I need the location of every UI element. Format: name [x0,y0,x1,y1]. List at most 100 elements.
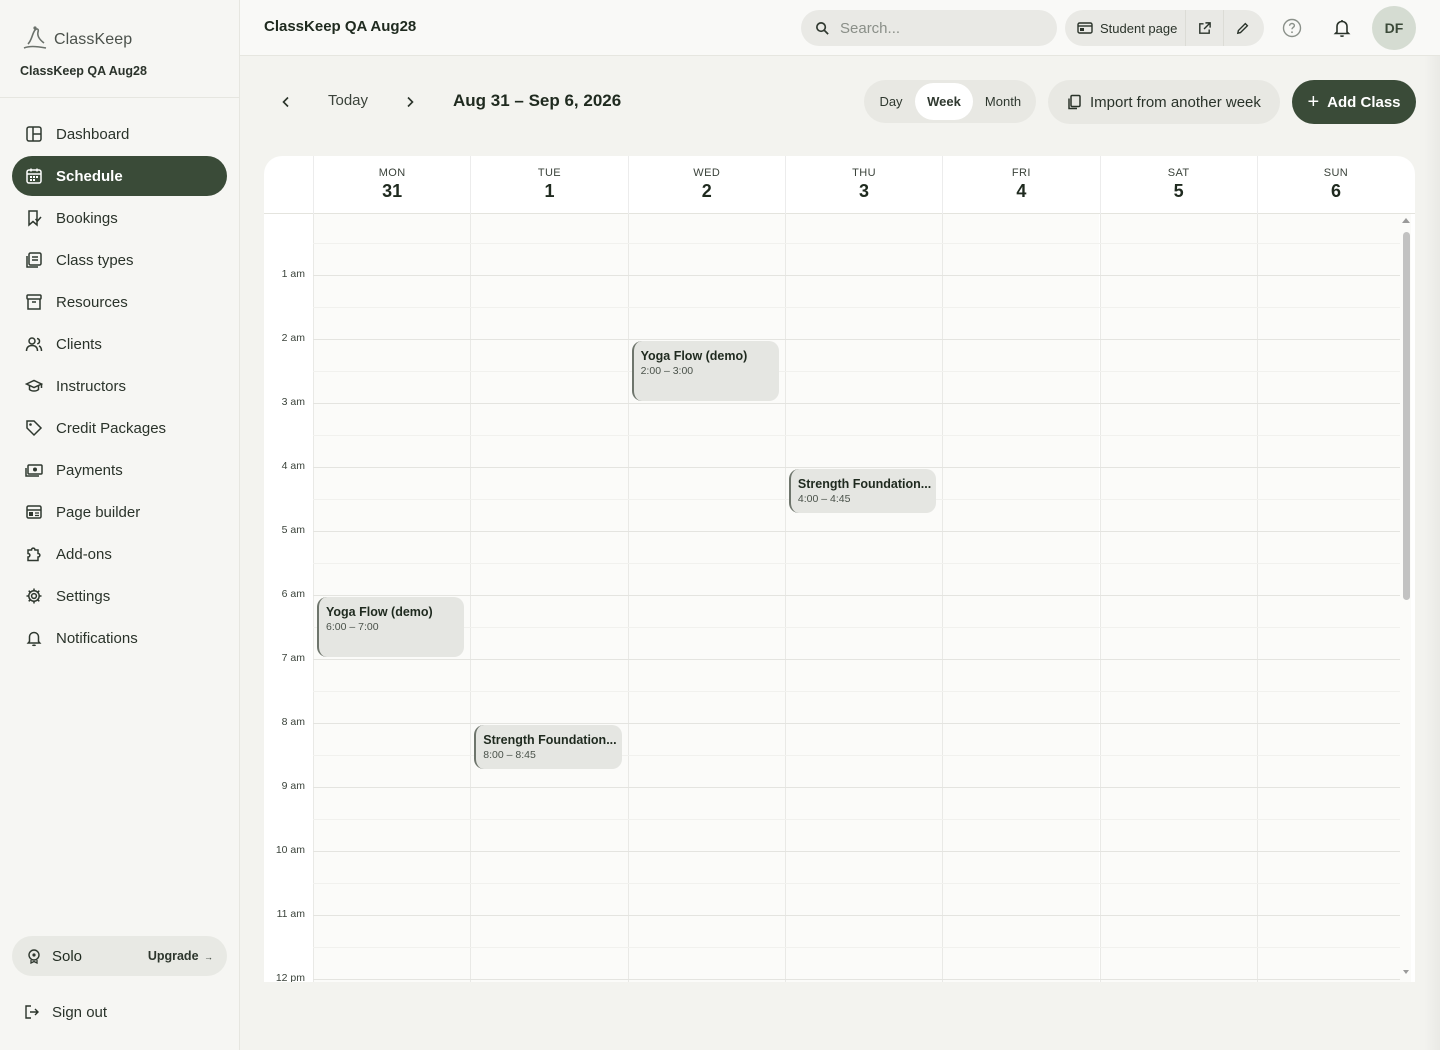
scroll-thumb[interactable] [1403,232,1410,600]
sidebar-item-label: Clients [56,335,102,353]
date-range: Aug 31 – Sep 6, 2026 [453,91,622,110]
day-name: WED [693,167,721,179]
day-column[interactable] [784,214,943,982]
day-column[interactable] [942,214,1100,982]
upgrade-arrow: → [204,952,213,962]
day-header-fri[interactable]: FRI 4 [942,156,1099,214]
day-header-thu[interactable]: THU 3 [784,156,942,214]
search-input[interactable] [840,19,1030,37]
event-title: Strength Foundation... [483,733,617,747]
day-name: THU [852,167,876,179]
sidebar-item-settings[interactable]: Settings [12,576,227,616]
plan-card: Solo Upgrade → [12,936,227,976]
class-event[interactable]: Yoga Flow (demo) 6:00 – 7:00 [317,597,465,657]
notifications-button[interactable] [1330,16,1354,40]
day-header-wed[interactable]: WED 2 [627,156,785,214]
upgrade-link[interactable]: Upgrade → [148,949,213,963]
cash-icon [24,460,44,480]
sidebar-item-clients[interactable]: Clients [12,324,227,364]
gear-icon [24,586,44,606]
sidebar-item-add-ons[interactable]: Add-ons [12,534,227,574]
import-week-button[interactable]: Import from another week [1048,80,1280,124]
student-page-button[interactable]: Student page [1065,10,1185,46]
day-header-mon[interactable]: MON 31 [313,156,470,214]
help-button[interactable] [1280,16,1304,40]
logo[interactable]: ClassKeep [20,24,219,56]
sidebar-item-label: Dashboard [56,125,130,143]
sidebar-item-label: Instructors [56,377,127,395]
sidebar-item-resources[interactable]: Resources [12,282,227,322]
sidebar-nav: Dashboard Schedule Bookings Class types Reso… [0,98,239,658]
scroll-down-arrow[interactable] [1403,970,1409,974]
hour-line [313,851,1400,852]
hour-line [313,787,1400,788]
copy-icon [1066,94,1082,110]
sidebar-item-notifications[interactable]: Notifications [12,618,227,658]
class-event[interactable]: Yoga Flow (demo) 2:00 – 3:00 [631,341,779,401]
user-avatar[interactable]: DF [1372,6,1416,50]
calendar-scroll-area[interactable]: 12 am 1 am 2 am 3 am 4 am 5 am 6 am 7 am 8 am 9 a… [264,214,1415,982]
view-switcher: Day Week Month [864,80,1036,123]
scroll-up-arrow[interactable] [1402,218,1410,223]
storefront-icon [1077,21,1093,35]
chevron-right-icon [404,96,416,108]
sidebar-item-class-types[interactable]: Class types [12,240,227,280]
day-column[interactable] [1099,214,1257,982]
archive-box-icon [24,292,44,312]
event-time: 6:00 – 7:00 [326,621,379,633]
hour-line [313,915,1400,916]
calendar-scrollbar[interactable] [1401,214,1415,982]
open-external-button[interactable] [1185,10,1223,46]
time-label: 12 pm [275,972,305,982]
event-title: Yoga Flow (demo) [640,349,748,363]
day-date: 3 [859,181,870,201]
calendar-header: MON 31 TUE 1 WED 2 THU 3 FRI 4 SAT 5 SUN 6 [264,156,1415,214]
sidebar-item-dashboard[interactable]: Dashboard [12,114,227,154]
time-label: 10 am [275,844,305,856]
view-day-button[interactable]: Day [867,83,915,120]
next-week-button[interactable] [396,88,424,116]
day-date: 5 [1173,181,1184,201]
today-button[interactable]: Today [328,92,368,109]
day-column[interactable] [470,214,628,982]
time-label: 5 am [281,524,305,536]
week-calendar: MON 31 TUE 1 WED 2 THU 3 FRI 4 SAT 5 SUN 6 12 am 1 am 2… [264,156,1415,982]
sidebar-item-credit-packages[interactable]: Credit Packages [12,408,227,448]
pencil-icon [1235,21,1250,36]
hour-line [313,275,1400,276]
event-time: 4:00 – 4:45 [797,493,851,505]
half-hour-line [313,371,1400,372]
time-label: 8 am [281,716,305,728]
previous-week-button[interactable] [272,88,300,116]
sign-out-button[interactable]: Sign out [24,1000,107,1024]
class-event[interactable]: Strength Foundation... 8:00 – 8:45 [474,725,622,769]
sidebar-item-schedule[interactable]: Schedule [12,156,227,196]
search-box[interactable] [801,10,1057,46]
add-class-button[interactable]: + Add Class [1292,80,1416,124]
view-month-button[interactable]: Month [973,83,1033,120]
day-header-tue[interactable]: TUE 1 [470,156,627,214]
half-hour-line [313,563,1400,564]
day-column[interactable] [627,214,785,982]
sidebar-item-payments[interactable]: Payments [12,450,227,490]
sidebar: ClassKeep ClassKeep QA Aug28 Dashboard Sc… [0,0,240,1050]
sidebar-item-page-builder[interactable]: Page builder [12,492,227,532]
day-name: TUE [537,167,562,179]
day-header-sun[interactable]: SUN 6 [1256,156,1414,214]
sidebar-item-bookings[interactable]: Bookings [12,198,227,238]
day-column[interactable] [1256,214,1411,982]
half-hour-line [313,947,1400,948]
edit-page-button[interactable] [1223,10,1261,46]
page-title: ClassKeep QA Aug28 [264,18,417,35]
logo-text: ClassKeep [54,31,133,48]
page-layout-icon [24,502,44,522]
day-header-sat[interactable]: SAT 5 [1099,156,1257,214]
class-event[interactable]: Strength Foundation... 4:00 – 4:45 [788,469,937,513]
sidebar-item-instructors[interactable]: Instructors [12,366,227,406]
day-name: MON [378,167,406,179]
sidebar-item-label: Credit Packages [56,419,167,437]
plan-icon [26,948,42,964]
class-types-icon [24,250,44,270]
view-week-button[interactable]: Week [915,83,973,120]
sidebar-item-label: Resources [56,293,128,311]
